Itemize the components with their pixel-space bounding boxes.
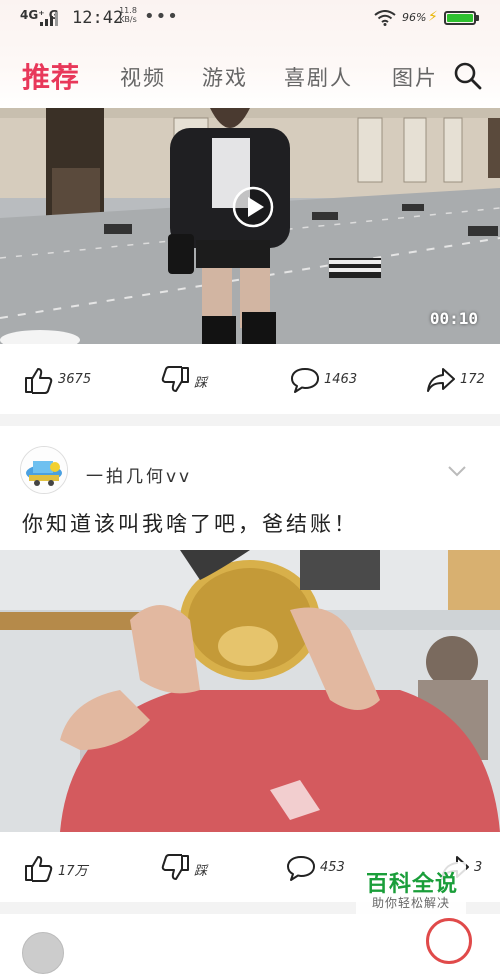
tab-pictures[interactable]: 图片 bbox=[392, 62, 438, 92]
battery-icon bbox=[444, 11, 476, 25]
dislike-button[interactable]: 踩 bbox=[160, 854, 232, 882]
share-icon bbox=[427, 368, 455, 392]
post-text: 你知道该叫我啥了吧，爸结账！ bbox=[22, 512, 358, 536]
status-bar: 4G⁺ G 12:42 11.8 KB/s ••• 96% ⚡ bbox=[0, 0, 500, 36]
video-player[interactable] bbox=[0, 550, 500, 832]
video-player[interactable]: 00:10 bbox=[0, 108, 500, 344]
search-icon[interactable] bbox=[452, 60, 484, 92]
tab-games[interactable]: 游戏 bbox=[202, 62, 248, 92]
thumbs-down-icon bbox=[161, 854, 189, 880]
avatar[interactable] bbox=[22, 932, 64, 974]
thumbs-up-icon bbox=[25, 856, 53, 882]
wifi-icon bbox=[374, 10, 396, 26]
category-tabs: 推荐 视频 游戏 喜剧人 图片 bbox=[0, 56, 500, 96]
tab-recommend[interactable]: 推荐 bbox=[22, 56, 80, 96]
network-speed: 11.8 KB/s bbox=[119, 6, 137, 24]
comment-icon bbox=[287, 856, 315, 881]
comment-icon bbox=[291, 368, 319, 393]
dislike-label: 踩 bbox=[194, 864, 208, 879]
thumbs-down-icon bbox=[161, 366, 189, 392]
tab-comedy[interactable]: 喜剧人 bbox=[284, 62, 353, 92]
play-icon[interactable] bbox=[232, 186, 274, 228]
charging-icon: ⚡ bbox=[428, 9, 438, 25]
video-thumbnail bbox=[0, 550, 500, 832]
floating-action-icon[interactable] bbox=[426, 918, 472, 964]
chevron-down-icon[interactable] bbox=[446, 464, 468, 478]
battery-percent: 96% bbox=[402, 11, 427, 24]
post-actions: 3675 踩 1463 172 bbox=[0, 344, 500, 414]
comment-count: 453 bbox=[320, 860, 345, 875]
video-duration: 00:10 bbox=[429, 309, 478, 328]
comment-button[interactable]: 1463 bbox=[290, 366, 362, 394]
avatar[interactable] bbox=[20, 446, 68, 494]
top-bar: 4G⁺ G 12:42 11.8 KB/s ••• 96% ⚡ 推荐 视频 游戏… bbox=[0, 0, 500, 108]
watermark-subtitle: 助你轻松解决 bbox=[372, 896, 451, 910]
post-header: 一拍几何vv 你知道该叫我啥了吧，爸结账！ bbox=[0, 426, 500, 550]
share-count: 3 bbox=[474, 860, 483, 875]
like-count: 3675 bbox=[58, 372, 92, 387]
dislike-label: 踩 bbox=[194, 376, 208, 391]
like-count: 17万 bbox=[58, 864, 88, 879]
clock: 12:42 bbox=[72, 8, 124, 28]
like-button[interactable]: 3675 bbox=[24, 366, 96, 394]
more-notifications-icon: ••• bbox=[144, 6, 179, 27]
thumbs-up-icon bbox=[25, 368, 53, 394]
feed-divider bbox=[0, 414, 500, 426]
signal-icon bbox=[40, 12, 58, 26]
avatar-image bbox=[21, 447, 67, 493]
share-button[interactable]: 172 bbox=[426, 366, 486, 394]
dislike-button[interactable]: 踩 bbox=[160, 366, 232, 394]
tab-video[interactable]: 视频 bbox=[120, 62, 166, 92]
author-name[interactable]: 一拍几何vv bbox=[86, 462, 192, 487]
watermark: 百科全说 助你轻松解决 bbox=[356, 862, 466, 914]
comment-button[interactable]: 453 bbox=[286, 854, 358, 882]
comment-count: 1463 bbox=[324, 372, 358, 387]
like-button[interactable]: 17万 bbox=[24, 854, 96, 882]
battery-tip bbox=[476, 15, 479, 21]
share-count: 172 bbox=[460, 372, 485, 387]
